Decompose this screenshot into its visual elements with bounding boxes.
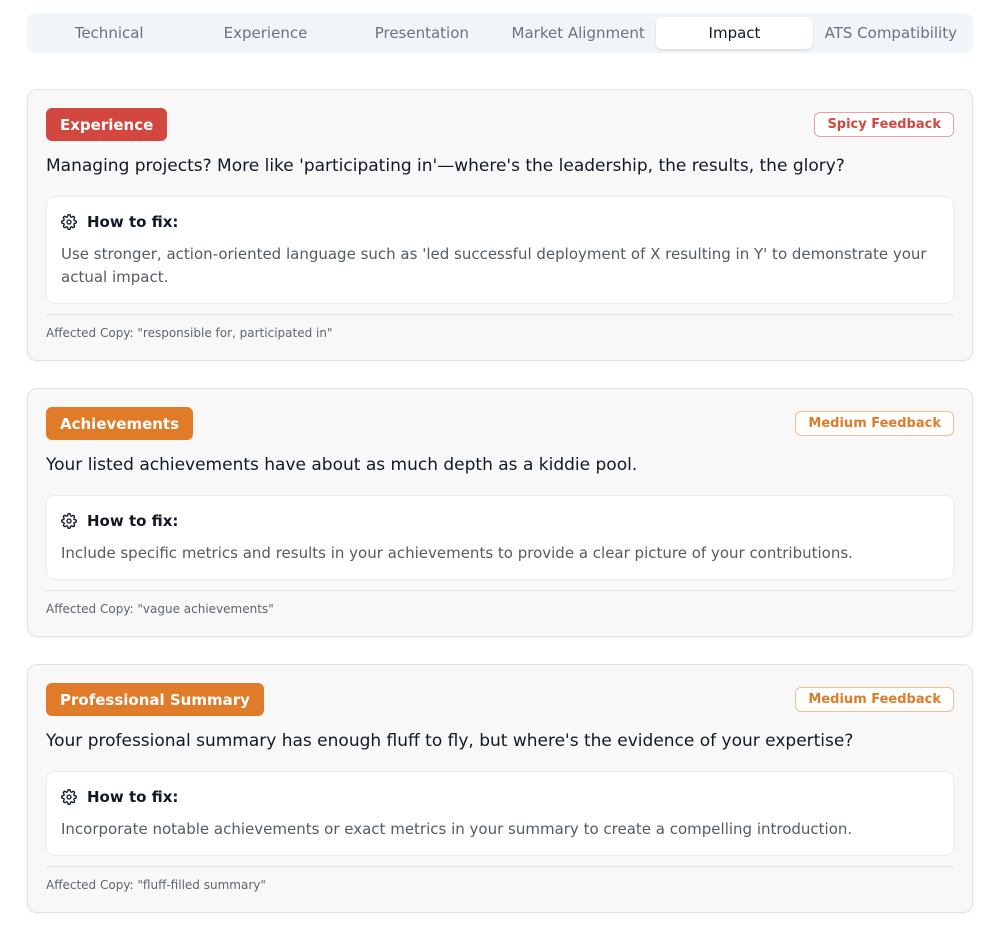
feedback-card: Professional Summary Medium Feedback You… [27, 664, 973, 913]
how-to-fix-title: How to fix: [61, 512, 939, 530]
fix-description: Use stronger, action-oriented language s… [61, 245, 927, 286]
category-badge: Professional Summary [46, 683, 264, 716]
feedback-headline: Managing projects? More like 'participat… [46, 156, 845, 176]
affected-copy: Affected Copy: "vague achievements" [46, 602, 274, 616]
fix-description: Incorporate notable achievements or exac… [61, 820, 853, 838]
how-to-fix-label: How to fix: [87, 788, 179, 806]
tab-impact[interactable]: Impact [656, 17, 813, 49]
tab-experience[interactable]: Experience [187, 17, 343, 49]
affected-copy: Affected Copy: "responsible for, partici… [46, 326, 333, 340]
category-badge: Achievements [46, 407, 194, 440]
how-to-fix-label: How to fix: [87, 512, 179, 530]
how-to-fix-label: How to fix: [87, 213, 179, 231]
how-to-fix-title: How to fix: [61, 213, 939, 231]
feedback-card: Experience Spicy Feedback Managing proje… [27, 89, 973, 361]
feedback-card: Achievements Medium Feedback Your listed… [27, 388, 973, 637]
divider [46, 590, 954, 591]
severity-badge: Spicy Feedback [814, 112, 954, 137]
tab-market-alignment[interactable]: Market Alignment [500, 17, 656, 49]
tab-bar: Technical Experience Presentation Market… [27, 13, 973, 53]
how-to-fix-box: How to fix: Incorporate notable achievem… [46, 771, 954, 856]
category-badge: Experience [46, 108, 168, 141]
severity-badge: Medium Feedback [795, 411, 954, 436]
affected-copy: Affected Copy: "fluff-filled summary" [46, 878, 266, 892]
feedback-headline: Your listed achievements have about as m… [46, 455, 638, 475]
gear-icon [61, 214, 77, 230]
how-to-fix-box: How to fix: Include specific metrics and… [46, 495, 954, 580]
how-to-fix-box: How to fix: Use stronger, action-oriente… [46, 196, 954, 304]
gear-icon [61, 513, 77, 529]
fix-description: Include specific metrics and results in … [61, 544, 853, 562]
feedback-headline: Your professional summary has enough flu… [46, 731, 854, 751]
tab-presentation[interactable]: Presentation [344, 17, 500, 49]
divider [46, 866, 954, 867]
tab-technical[interactable]: Technical [31, 17, 187, 49]
divider [46, 314, 954, 315]
severity-badge: Medium Feedback [795, 687, 954, 712]
tab-ats-compatibility[interactable]: ATS Compatibility [813, 17, 969, 49]
how-to-fix-title: How to fix: [61, 788, 939, 806]
gear-icon [61, 789, 77, 805]
